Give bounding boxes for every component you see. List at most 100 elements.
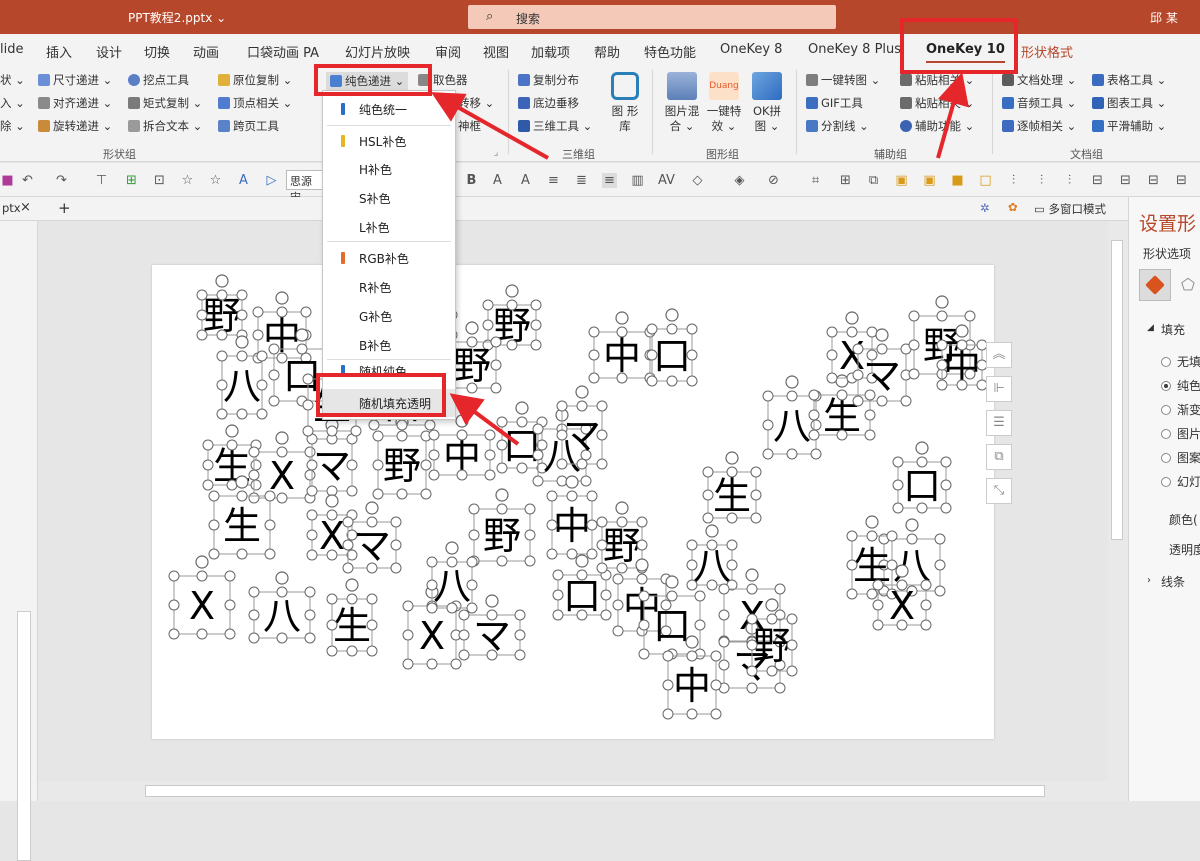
tab-transition[interactable]: 切换 [144, 42, 170, 61]
glyph-shape[interactable]: 八 [248, 571, 316, 644]
tool-icon[interactable]: ▣ [894, 173, 909, 188]
user-name[interactable]: 邱 某 [1150, 9, 1178, 26]
doc-tab-label[interactable]: ptx [2, 201, 21, 215]
align-center-icon[interactable]: ≡ [546, 173, 561, 188]
undo-icon[interactable]: ↶ [20, 173, 35, 188]
media-icon[interactable]: ▷ [264, 173, 279, 188]
paste-related-button-2[interactable]: 粘贴相关 ⌄ [900, 95, 974, 111]
tab-pocket-animation[interactable]: 口袋动画 PA [247, 42, 319, 61]
tool-icon[interactable]: ⊡ [152, 173, 167, 188]
tab-addins[interactable]: 加载项 [531, 42, 570, 61]
tool-icon[interactable]: ⫶ [1062, 173, 1077, 188]
glyph-shape[interactable]: 生 [208, 475, 276, 560]
tool-icon[interactable]: ⊟ [1118, 173, 1133, 188]
paste-related-button[interactable]: 粘贴相关 ⌄ [900, 72, 974, 88]
three-d-tools-button[interactable]: 三维工具 ⌄ [518, 118, 592, 134]
shape-library-button[interactable]: 图 形库 [608, 72, 642, 134]
shape-icon[interactable]: ■ [0, 173, 15, 188]
align-left-icon[interactable]: ≡ [602, 173, 617, 188]
copy-icon[interactable]: ⧉ [986, 444, 1012, 470]
tab-features[interactable]: 特色功能 [644, 42, 696, 61]
tab-animation[interactable]: 动画 [193, 42, 219, 61]
slide-canvas[interactable]: 野中口八生Xマ野中口八生Xマ野中口八生Xマ野中口八生Xマ野中口八生Xマ野中口八生… [152, 265, 994, 739]
ribbon-item[interactable]: 入 ⌄ [0, 95, 25, 111]
crop-icon[interactable]: ⊞ [838, 173, 853, 188]
glyph-shape[interactable]: 口 [646, 308, 698, 387]
copy-distribute-button[interactable]: 复制分布 [518, 72, 579, 88]
table-tool-button[interactable]: 表格工具 ⌄ [1092, 72, 1166, 88]
ribbon-item[interactable]: 神框 [458, 118, 481, 134]
dropdown-item[interactable]: RGB补色 [323, 244, 455, 272]
justify-icon[interactable]: ≣ [574, 173, 589, 188]
dropdown-item[interactable]: R补色 [323, 273, 455, 301]
thumbnail-scrollbar[interactable] [17, 611, 31, 861]
tool-icon[interactable]: ⫶ [1006, 173, 1021, 188]
image-blend-button[interactable]: 图片混 合 ⌄ [662, 72, 702, 134]
tool-icon[interactable]: ■ [950, 173, 965, 188]
collapse-arrow-icon[interactable]: › [1147, 575, 1151, 586]
fill-line-icon[interactable] [1139, 269, 1171, 301]
close-icon[interactable]: × [20, 200, 31, 215]
resize-icon[interactable]: ⤡ [986, 478, 1012, 504]
tool-icon[interactable]: ▣ [922, 173, 937, 188]
fill-option[interactable]: 纯色 [1161, 377, 1200, 394]
glyph-shape[interactable]: 口 [892, 441, 952, 514]
doc-process-button[interactable]: 文档处理 ⌄ [1002, 72, 1076, 88]
dropdown-item[interactable]: HSL补色 [323, 127, 455, 155]
glyph-shape[interactable]: 生 [326, 578, 378, 657]
fill-option[interactable]: 无填 [1161, 353, 1200, 370]
cross-page-button[interactable]: 跨页工具 [218, 118, 279, 134]
redo-icon[interactable]: ↷ [54, 173, 69, 188]
ok-puzzle-button[interactable]: OK拼 图 ⌄ [748, 72, 786, 134]
list-icon[interactable]: ☰ [986, 410, 1012, 436]
star-icon[interactable]: ☆ [208, 173, 223, 188]
tab-design[interactable]: 设计 [96, 42, 122, 61]
frame-related-button[interactable]: 逐帧相关 ⌄ [1002, 118, 1076, 134]
fill-color-icon[interactable]: ◈ [732, 173, 747, 188]
font-shrink-icon[interactable]: A [518, 173, 533, 188]
glyph-shape[interactable]: マ [556, 385, 608, 470]
tool-icon[interactable]: ⊟ [1090, 173, 1105, 188]
one-key-to-image-button[interactable]: 一键转图 ⌄ [806, 72, 880, 88]
glyph-shape[interactable]: 八 [426, 541, 478, 614]
vertical-scroll-thumb[interactable] [1111, 240, 1123, 540]
glyph-shape[interactable]: 野 [196, 274, 248, 341]
vertex-button[interactable]: 顶点相关 ⌄ [218, 95, 292, 111]
matrix-copy-button[interactable]: 矩式复制 ⌄ [128, 95, 202, 111]
tool-icon[interactable]: ⌗ [808, 173, 823, 188]
collapse-icon[interactable]: ︽ [986, 342, 1012, 368]
tab-review[interactable]: 审阅 [435, 42, 461, 61]
glyph-shape[interactable]: 中 [546, 475, 598, 560]
tab-insert[interactable]: 插入 [46, 42, 72, 61]
tool-icon[interactable]: ⊟ [1174, 173, 1189, 188]
glyph-shape[interactable]: 中 [428, 414, 496, 481]
tab-view[interactable]: 视图 [483, 42, 509, 61]
tool-icon[interactable]: ⊘ [766, 173, 781, 188]
dropdown-item[interactable]: 纯色统一 [323, 95, 455, 123]
chart-tool-button[interactable]: 图表工具 ⌄ [1092, 95, 1166, 111]
dropdown-item[interactable]: G补色 [323, 302, 455, 330]
fill-section-label[interactable]: 填充 [1161, 321, 1185, 338]
aux-function-button[interactable]: 辅助功能 ⌄ [900, 118, 974, 134]
dropdown-item[interactable]: L补色 [323, 213, 455, 241]
bold-icon[interactable]: B [464, 173, 479, 188]
fill-option[interactable]: 图片 [1161, 425, 1200, 442]
dropdown-item[interactable]: B补色 [323, 331, 455, 359]
tool-icon[interactable]: ⊞ [124, 173, 139, 188]
glyph-shape[interactable]: 八 [686, 524, 738, 591]
align-progress-button[interactable]: 对齐递进 ⌄ [38, 95, 112, 111]
tool-icon[interactable]: ⧉ [866, 173, 881, 188]
expand-icon[interactable]: ◢ [1147, 323, 1154, 333]
horizontal-scroll-thumb[interactable] [145, 785, 1045, 797]
layout-icon[interactable]: ⊩ [986, 376, 1012, 402]
font-grow-icon[interactable]: A [490, 173, 505, 188]
file-name[interactable]: PPT教程2.pptx ⌄ [128, 9, 226, 26]
divider-line-button[interactable]: 分割线 ⌄ [806, 118, 869, 134]
tool-icon[interactable]: ⫶ [1034, 173, 1049, 188]
tab-slideshow[interactable]: 幻灯片放映 [345, 42, 410, 61]
smooth-aux-button[interactable]: 平滑辅助 ⌄ [1092, 118, 1166, 134]
rotate-progress-button[interactable]: 旋转递进 ⌄ [38, 118, 112, 134]
tab-help[interactable]: 帮助 [594, 42, 620, 61]
tab-onekey8[interactable]: OneKey 8 [720, 42, 782, 57]
glyph-shape[interactable]: 八 [216, 335, 268, 420]
